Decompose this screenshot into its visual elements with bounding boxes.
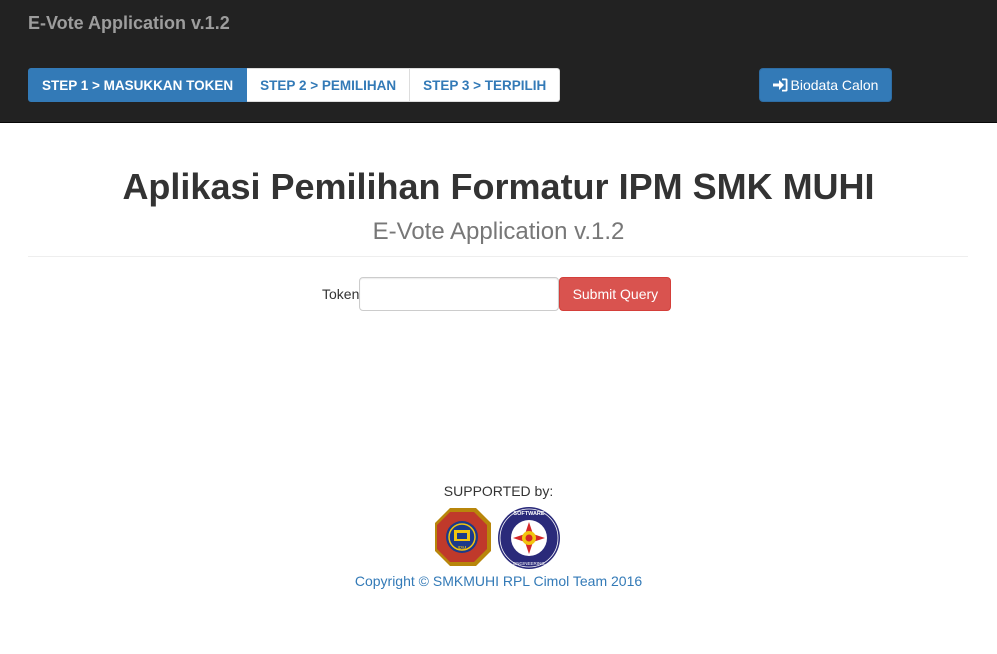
- header-divider: [28, 256, 968, 257]
- biodata-calon-button[interactable]: Biodata Calon: [759, 68, 892, 102]
- token-form: Token Submit Query: [322, 277, 672, 311]
- tab-step-1[interactable]: STEP 1 > MASUKKAN TOKEN: [28, 68, 248, 102]
- svg-text:IPM: IPM: [458, 546, 467, 552]
- sign-in-icon: [772, 78, 788, 92]
- tab-step-3[interactable]: STEP 3 > TERPILIH: [410, 68, 561, 102]
- token-label: Token: [322, 286, 360, 302]
- svg-text:ENGINEERING: ENGINEERING: [513, 561, 545, 566]
- supported-by-label: SUPPORTED by:: [443, 483, 554, 499]
- svg-text:SOFTWARE: SOFTWARE: [513, 511, 544, 517]
- submit-query-button[interactable]: Submit Query: [559, 277, 672, 311]
- step-tabs: STEP 1 > MASUKKAN TOKEN STEP 2 > PEMILIH…: [28, 68, 561, 102]
- tab-step-2[interactable]: STEP 2 > PEMILIHAN: [247, 68, 411, 102]
- software-engineering-logo: SOFTWARE ENGINEERING: [498, 507, 560, 569]
- ipm-logo: IPM: [435, 508, 491, 566]
- sponsor-logos: IPM SOFTWARE ENGINEERING: [433, 505, 563, 569]
- page-title: Aplikasi Pemilihan Formatur IPM SMK MUHI: [122, 166, 875, 207]
- page-subtitle: E-Vote Application v.1.2: [372, 218, 625, 245]
- biodata-calon-label: Biodata Calon: [790, 77, 879, 93]
- copyright-link[interactable]: Copyright © SMKMUHI RPL Cimol Team 2016: [0, 573, 997, 589]
- top-navbar: E-Vote Application v.1.2 STEP 1 > MASUKK…: [0, 0, 997, 123]
- token-input[interactable]: [359, 277, 560, 311]
- app-brand[interactable]: E-Vote Application v.1.2: [28, 13, 230, 34]
